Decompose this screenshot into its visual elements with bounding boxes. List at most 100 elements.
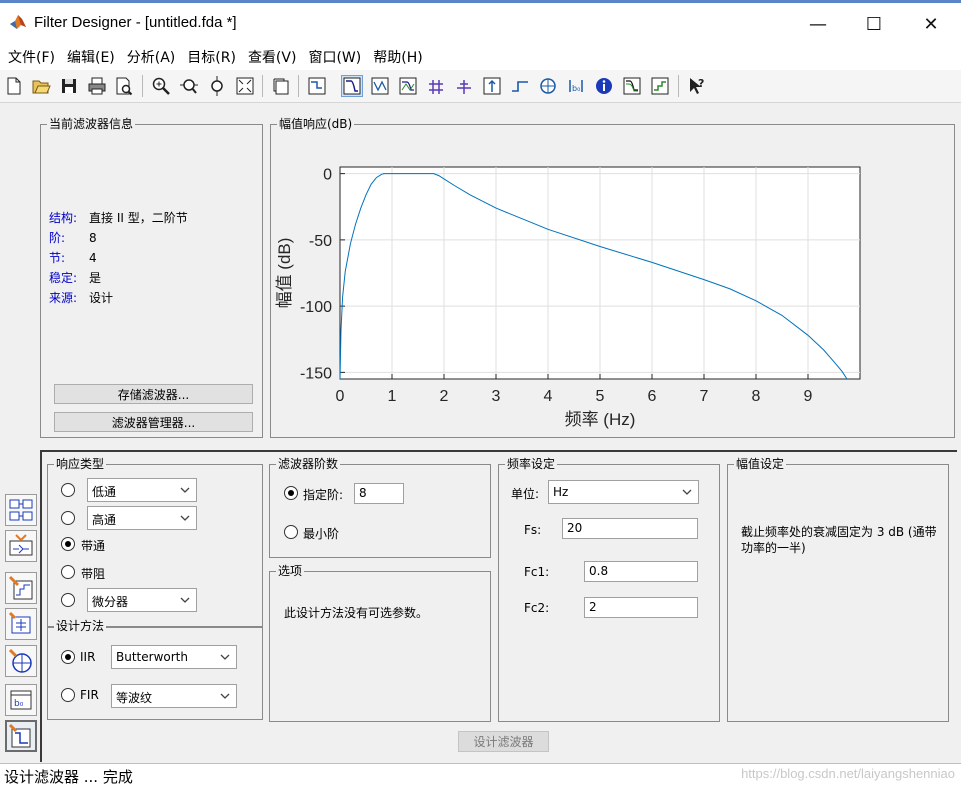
whats-this-icon[interactable]: ? [686,75,708,97]
x-tick-label: 4 [544,388,553,405]
bandstop-radio[interactable] [61,565,75,579]
watermark: https://blog.csdn.net/laiyangshenniao [741,766,955,781]
filter-specs-icon[interactable] [306,75,328,97]
specify-order-label[interactable]: 指定阶: [303,486,343,503]
info-value: 直接 II 型，二阶节 [89,211,188,225]
differentiator-radio[interactable] [61,593,75,607]
menu-window[interactable]: 窗口(W) [302,44,367,70]
group-delay-icon[interactable] [425,75,447,97]
y-axis-label: 幅值 (dB) [275,238,294,309]
info-icon[interactable] [593,75,615,97]
close-button[interactable]: ✕ [903,7,959,41]
zoom-y-icon[interactable] [206,75,228,97]
highpass-select[interactable]: 高通 [87,506,197,530]
fc2-input[interactable]: 2 [584,597,698,618]
open-icon[interactable] [30,75,52,97]
print-preview-icon[interactable] [113,75,135,97]
magnitude-phase-icon[interactable] [397,75,419,97]
units-value: Hz [553,485,569,499]
lowpass-radio[interactable] [61,483,75,497]
fs-label: Fs: [524,523,542,537]
step-response-icon[interactable] [509,75,531,97]
chevron-down-icon [180,487,190,493]
menu-targets[interactable]: 目标(R) [181,44,242,70]
y-tick-label: -150 [300,365,332,382]
toolbar: b₀ ? [0,70,961,103]
save-icon[interactable] [58,75,80,97]
magnitude-response-icon[interactable] [341,75,363,97]
import-filter-button[interactable]: b₀ [5,684,37,716]
new-icon[interactable] [3,75,25,97]
units-select[interactable]: Hz [548,480,699,504]
impulse-response-icon[interactable] [481,75,503,97]
x-tick-label: 6 [648,388,657,405]
fs-input[interactable]: 20 [562,518,698,539]
order-input[interactable]: 8 [354,483,404,504]
iir-method-select[interactable]: Butterworth [111,645,237,669]
fir-method-select[interactable]: 等波纹 [111,684,237,708]
menu-bar: 文件(F) 编辑(E) 分析(A) 目标(R) 查看(V) 窗口(W) 帮助(H… [0,44,961,70]
multirate-icon [8,611,31,634]
info-value: 设计 [89,291,114,305]
menu-help[interactable]: 帮助(H) [367,44,428,70]
menu-view[interactable]: 查看(V) [242,44,303,70]
menu-file[interactable]: 文件(F) [2,44,61,70]
differentiator-select[interactable]: 微分器 [87,588,197,612]
filter-manager-button[interactable]: 滤波器管理器... [54,412,253,432]
bandpass-label[interactable]: 带通 [81,537,105,554]
info-key: 节: [49,251,66,265]
x-tick-label: 7 [700,388,709,405]
chevron-down-icon [220,654,230,660]
transform-filter-button[interactable] [5,494,37,526]
menu-edit[interactable]: 编辑(E) [61,44,121,70]
highpass-radio[interactable] [61,511,75,525]
magnitude-plot[interactable]: 0 1 2 3 4 5 6 7 8 9 0 -50 -100 -150 频率 (Hz) 幅值 (dB) [271,133,954,437]
fir-radio[interactable] [61,688,75,702]
multirate-button[interactable] [5,608,37,640]
iir-radio[interactable] [61,650,75,664]
iir-label[interactable]: IIR [80,650,95,664]
realize-model-button[interactable] [5,530,37,562]
minimum-order-radio[interactable] [284,525,298,539]
cost-icon[interactable] [621,75,643,97]
bandstop-label[interactable]: 带阻 [81,565,105,582]
transform-filter-icon [9,499,33,521]
info-key: 阶: [49,231,66,245]
fir-label[interactable]: FIR [80,688,99,702]
realize-model-icon [9,534,33,556]
options-title: 选项 [276,564,305,578]
zoom-in-icon[interactable] [150,75,172,97]
minimum-order-label[interactable]: 最小阶 [303,525,339,542]
quantize-button[interactable] [5,645,37,677]
print-icon[interactable] [86,75,108,97]
phase-delay-icon[interactable] [453,75,475,97]
zoom-x-icon[interactable] [178,75,200,97]
pole-zero-editor-button[interactable] [5,572,37,604]
menu-analysis[interactable]: 分析(A) [121,44,182,70]
design-filter-icon [8,723,31,748]
svg-text:?: ? [698,77,704,90]
magnitude-specs-text: 截止频率处的衰减固定为 3 dB (通带功率的一半) [741,525,937,555]
full-view-icon[interactable] [234,75,256,97]
fc1-input[interactable]: 0.8 [584,561,698,582]
new-figure-icon[interactable] [270,75,292,97]
round-off-noise-icon[interactable] [649,75,671,97]
pole-zero-icon[interactable] [537,75,559,97]
lowpass-select[interactable]: 低通 [87,478,197,502]
bandpass-radio[interactable] [61,537,75,551]
design-filter-button[interactable] [5,720,37,752]
minimize-button[interactable]: — [790,7,846,41]
maximize-button[interactable]: ☐ [846,7,902,41]
x-tick-label: 2 [440,388,449,405]
coefficients-icon[interactable]: b₀ [565,75,587,97]
units-label: 单位: [511,487,540,501]
design-filter-submit-button[interactable]: 设计滤波器 [458,731,549,752]
specify-order-radio[interactable] [284,486,298,500]
filter-order-title: 滤波器阶数 [276,457,341,471]
info-key: 结构: [49,211,78,225]
phase-response-icon[interactable] [369,75,391,97]
chevron-down-icon [220,693,230,699]
store-filter-button[interactable]: 存储滤波器... [54,384,253,404]
design-method-title: 设计方法 [54,619,107,633]
x-tick-label: 3 [492,388,501,405]
